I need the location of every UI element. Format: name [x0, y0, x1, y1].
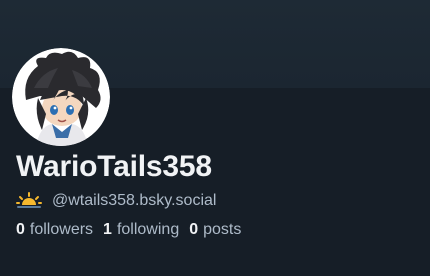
sun-icon — [16, 191, 42, 211]
following-count: 1 — [103, 221, 112, 238]
profile-header: WarioTails358 @wtails358.bsky.social 0 f… — [0, 0, 430, 276]
profile-avatar[interactable] — [12, 48, 110, 146]
handle-row: @wtails358.bsky.social — [16, 190, 216, 212]
followers-label: followers — [29, 221, 94, 238]
profile-handle[interactable]: @wtails358.bsky.social — [52, 190, 216, 212]
profile-display-name: WarioTails358 — [16, 150, 212, 183]
followers-count: 0 — [16, 221, 25, 238]
posts-stat: 0 posts — [189, 219, 241, 241]
followers-link[interactable]: 0 followers — [16, 219, 93, 241]
profile-stats: 0 followers 1 following 0 posts — [16, 219, 251, 241]
following-label: following — [116, 221, 180, 238]
posts-count: 0 — [189, 221, 199, 238]
avatar-image — [12, 48, 110, 146]
posts-label: posts — [203, 221, 242, 238]
following-link[interactable]: 1 following — [103, 219, 179, 241]
